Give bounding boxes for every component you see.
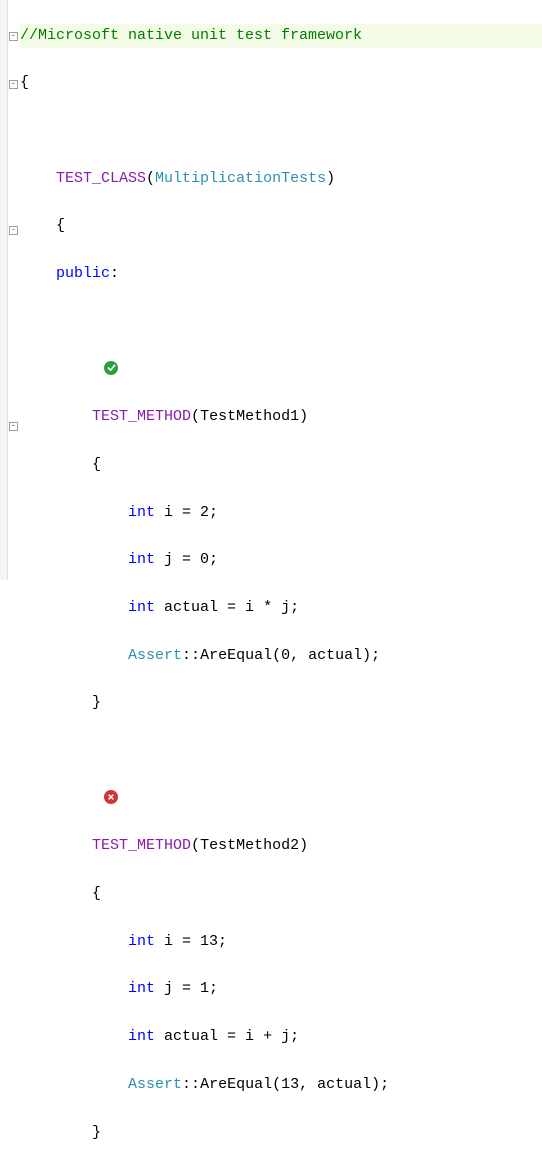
code-line bbox=[20, 787, 542, 811]
fold-toggle[interactable]: - bbox=[9, 80, 18, 89]
method-name: TestMethod1 bbox=[200, 408, 299, 425]
fold-gutter: - - - - bbox=[8, 0, 18, 580]
code-line: } bbox=[20, 1121, 542, 1145]
test-status-fail-icon bbox=[104, 790, 118, 804]
code-line: { bbox=[20, 882, 542, 906]
code-editor[interactable]: //Microsoft native unit test framework {… bbox=[18, 0, 542, 1160]
assert-fn: AreEqual bbox=[200, 647, 272, 664]
code-line: Assert::AreEqual(0, actual); bbox=[20, 644, 542, 668]
code-line: TEST_CLASS(MultiplicationTests) bbox=[20, 167, 542, 191]
code-line: int i = 2; bbox=[20, 501, 542, 525]
code-line: { bbox=[20, 453, 542, 477]
test-status-pass-icon bbox=[104, 361, 118, 375]
assert-fn: AreEqual bbox=[200, 1076, 272, 1093]
code-line: { bbox=[20, 214, 542, 238]
assert-class: Assert bbox=[128, 647, 182, 664]
code-line: public: bbox=[20, 262, 542, 286]
method-name: TestMethod2 bbox=[200, 837, 299, 854]
fold-toggle[interactable]: - bbox=[9, 422, 18, 431]
code-line: TEST_METHOD(TestMethod1) bbox=[20, 405, 542, 429]
code-line: } bbox=[20, 691, 542, 715]
comment: //Microsoft native unit test framework bbox=[20, 27, 362, 44]
code-line: //Microsoft native unit test framework bbox=[20, 24, 542, 48]
code-line: Assert::AreEqual(13, actual); bbox=[20, 1073, 542, 1097]
code-line bbox=[20, 358, 542, 382]
code-line bbox=[20, 310, 542, 334]
code-line: int i = 13; bbox=[20, 930, 542, 954]
macro: TEST_CLASS bbox=[56, 170, 146, 187]
fold-toggle[interactable]: - bbox=[9, 226, 18, 235]
code-line: { bbox=[20, 71, 542, 95]
code-line: int actual = i * j; bbox=[20, 596, 542, 620]
code-line bbox=[20, 119, 542, 143]
code-line: int j = 0; bbox=[20, 548, 542, 572]
keyword-public: public bbox=[56, 265, 110, 282]
code-line bbox=[20, 739, 542, 763]
code-line: TEST_METHOD(TestMethod2) bbox=[20, 834, 542, 858]
change-gutter bbox=[0, 0, 8, 580]
fold-toggle[interactable]: - bbox=[9, 32, 18, 41]
class-name: MultiplicationTests bbox=[155, 170, 326, 187]
code-line: int actual = i + j; bbox=[20, 1025, 542, 1049]
macro: TEST_METHOD bbox=[92, 408, 191, 425]
macro: TEST_METHOD bbox=[92, 837, 191, 854]
assert-class: Assert bbox=[128, 1076, 182, 1093]
code-line: int j = 1; bbox=[20, 977, 542, 1001]
